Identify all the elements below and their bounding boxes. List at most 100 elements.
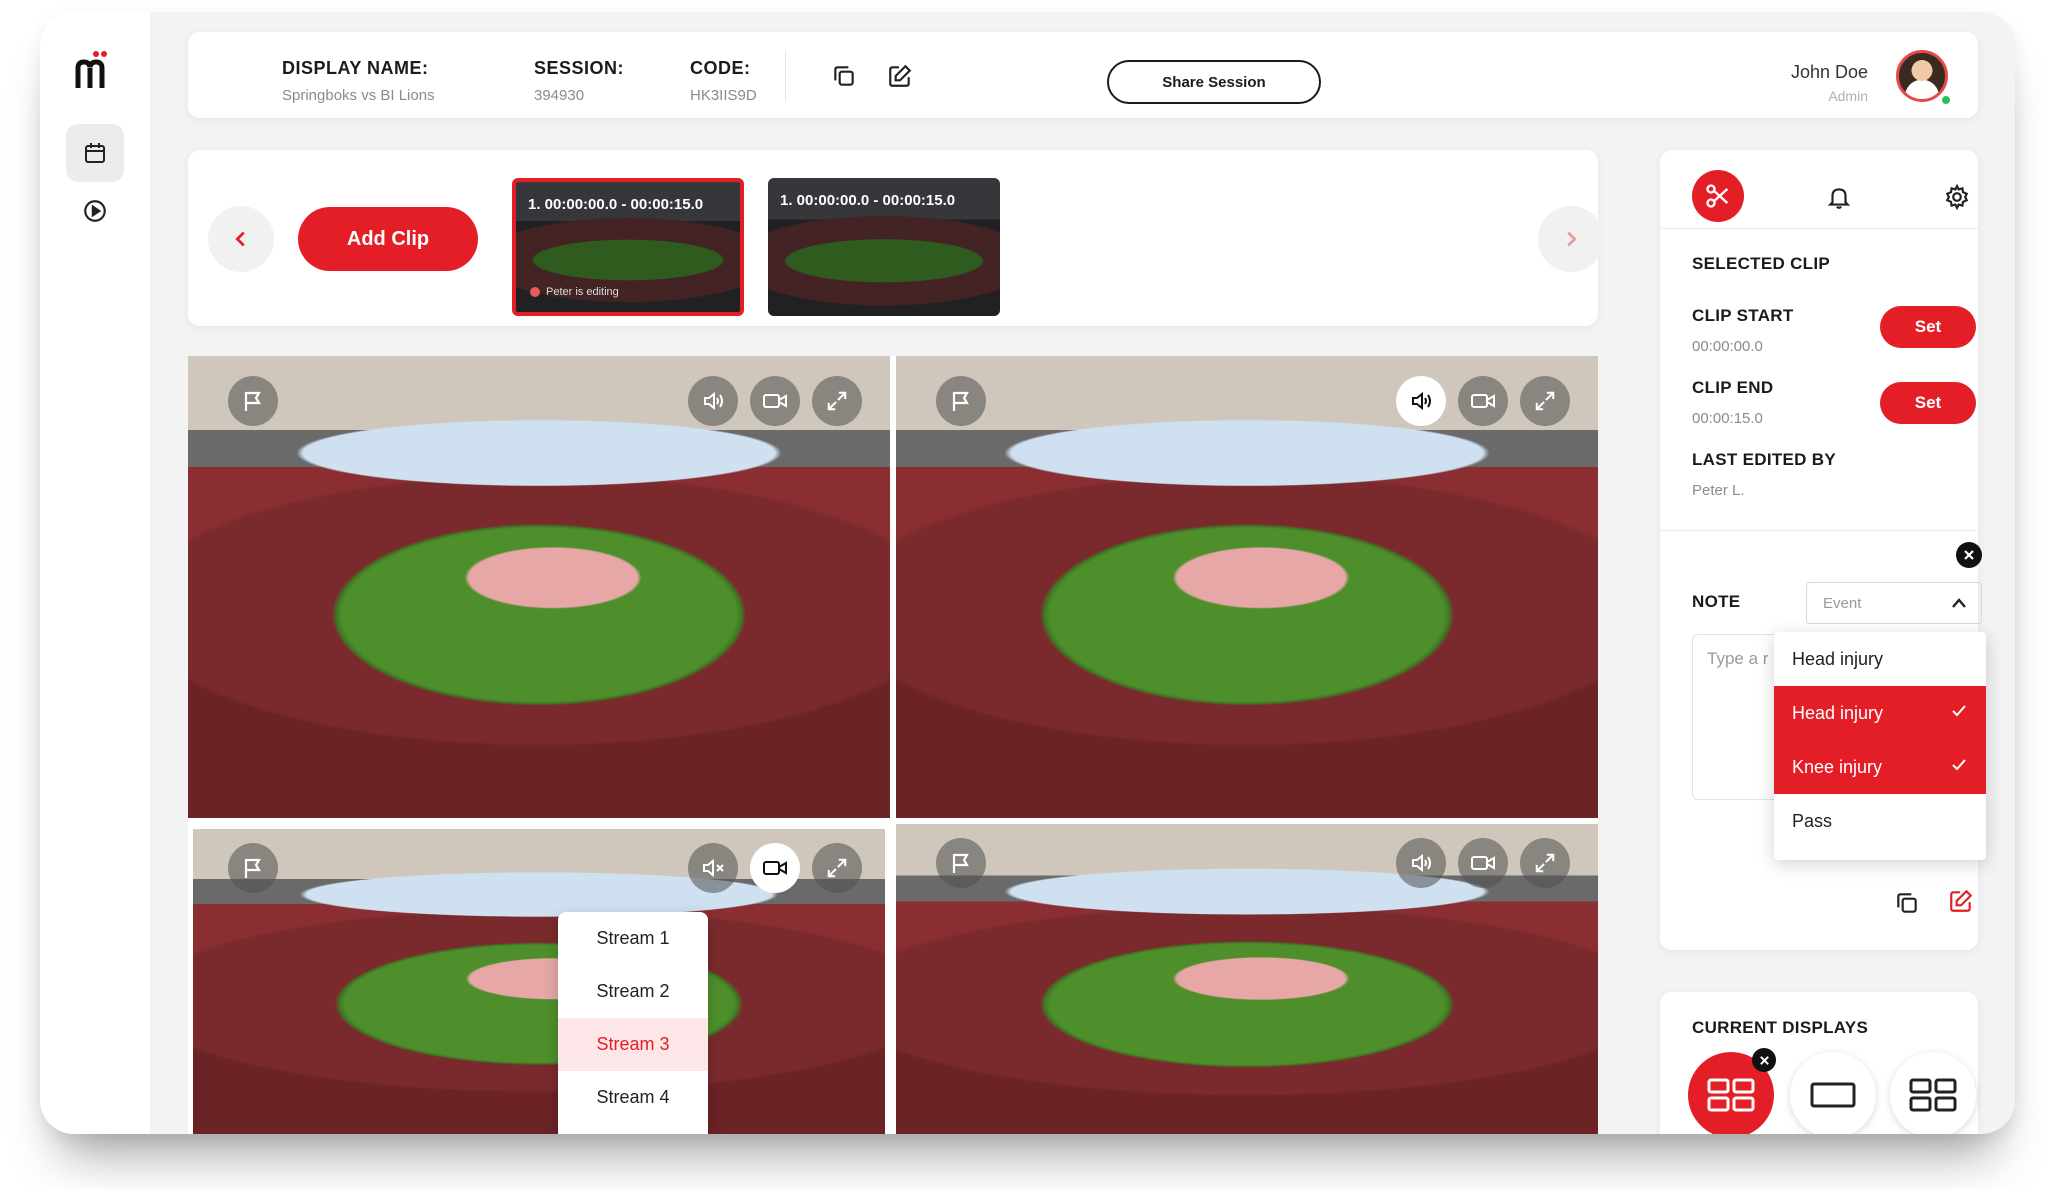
grid-layout-icon: [1909, 1078, 1957, 1112]
header-divider: [785, 50, 786, 102]
fullscreen-button[interactable]: [1520, 376, 1570, 426]
flag-button[interactable]: [228, 376, 278, 426]
add-clip-button[interactable]: Add Clip: [298, 207, 478, 271]
last-edited-value: Peter L.: [1692, 482, 1745, 499]
audio-button[interactable]: [1396, 838, 1446, 888]
expand-icon: [1535, 853, 1555, 873]
tab-notifications[interactable]: [1822, 180, 1856, 214]
clip-start-label: CLIP START: [1692, 306, 1794, 325]
flag-button[interactable]: [228, 843, 278, 893]
sidebar-item-play[interactable]: [66, 182, 124, 240]
video-tile-1[interactable]: [188, 356, 890, 818]
event-select[interactable]: Event: [1806, 582, 1982, 624]
editing-text: Peter is editing: [546, 286, 619, 298]
audio-button[interactable]: [1396, 376, 1446, 426]
edit-note-button[interactable]: [1944, 884, 1978, 918]
speaker-muted-icon: [703, 858, 724, 878]
event-dropdown: Head injury Head injury Knee injury Pass: [1774, 632, 1986, 860]
editing-indicator: Peter is editing: [530, 286, 619, 298]
sidebar-item-calendar[interactable]: [66, 124, 124, 182]
video-tile-3[interactable]: [188, 824, 890, 1134]
clip-thumbnail-1[interactable]: 1. 00:00:00.0 - 00:00:15.0 Peter is edit…: [512, 178, 744, 316]
flag-button[interactable]: [936, 376, 986, 426]
camera-button[interactable]: [1458, 838, 1508, 888]
event-option-label: Knee injury: [1792, 756, 1883, 777]
stream-option-2[interactable]: Stream 2: [558, 965, 708, 1018]
stream-option-4[interactable]: Stream 4: [558, 1071, 708, 1124]
set-clip-end-button[interactable]: Set: [1880, 382, 1976, 424]
selected-clip-heading: SELECTED CLIP: [1692, 254, 1831, 273]
clip-time: 1. 00:00:00.0 - 00:00:15.0: [528, 196, 704, 213]
event-option-selected[interactable]: Knee injury: [1774, 740, 1986, 794]
flag-button[interactable]: [936, 838, 986, 888]
last-edited-label: LAST EDITED BY: [1692, 450, 1836, 469]
clip-start-value: 00:00:00.0: [1692, 338, 1763, 355]
tab-settings[interactable]: [1940, 180, 1974, 214]
audio-button[interactable]: [688, 843, 738, 893]
current-displays-heading: CURRENT DISPLAYS: [1692, 1018, 1869, 1037]
audio-button[interactable]: [688, 376, 738, 426]
speaker-icon: [704, 391, 723, 411]
expand-icon: [827, 858, 847, 878]
sidebar: [40, 12, 150, 1134]
current-displays-panel: CURRENT DISPLAYS: [1660, 992, 1978, 1134]
code-value: HK3IIS9D: [690, 87, 757, 104]
app-window: DISPLAY NAME: Springboks vs BI Lions SES…: [40, 12, 2015, 1134]
video-tile-2[interactable]: [896, 356, 1598, 818]
session-header: DISPLAY NAME: Springboks vs BI Lions SES…: [188, 32, 1978, 118]
set-clip-start-button[interactable]: Set: [1880, 306, 1976, 348]
display-name-field: DISPLAY NAME: Springboks vs BI Lions: [282, 58, 435, 104]
clip-details-panel: SELECTED CLIP CLIP START 00:00:00.0 Set …: [1660, 150, 1986, 950]
stream-option-1[interactable]: Stream 1: [558, 912, 708, 965]
session-label: SESSION:: [534, 58, 625, 78]
clip-end-value: 00:00:15.0: [1692, 410, 1763, 427]
clips-next-button[interactable]: [1538, 206, 1604, 272]
event-option[interactable]: Pass: [1774, 794, 1986, 848]
flag-icon: [952, 853, 969, 873]
display-layout-single[interactable]: [1790, 1052, 1876, 1134]
session-value: 394930: [534, 87, 585, 104]
scissors-icon: [1706, 184, 1729, 208]
fullscreen-button[interactable]: [812, 376, 862, 426]
event-select-value: Event: [1823, 594, 1862, 612]
video-tile-4[interactable]: [896, 824, 1598, 1134]
video-camera-icon: [763, 861, 787, 875]
copy-note-button[interactable]: [1890, 886, 1924, 920]
note-label: NOTE: [1692, 592, 1741, 611]
event-option-selected[interactable]: Head injury: [1774, 686, 1986, 740]
panel-divider: [1660, 228, 1978, 229]
clip-thumbnail-2[interactable]: 1. 00:00:00.0 - 00:00:15.0: [768, 178, 1000, 316]
fullscreen-button[interactable]: [812, 843, 862, 893]
stream-option-3[interactable]: Stream 3: [558, 1018, 708, 1071]
code-label: CODE:: [690, 58, 751, 78]
copy-icon: [834, 66, 854, 86]
remove-display-button[interactable]: [1752, 1048, 1776, 1072]
clips-prev-button[interactable]: [208, 206, 274, 272]
expand-icon: [827, 391, 847, 411]
camera-button[interactable]: [750, 376, 800, 426]
clip-end-label: CLIP END: [1692, 378, 1774, 397]
avatar[interactable]: [1896, 50, 1948, 102]
camera-button[interactable]: [750, 843, 800, 893]
video-grid: [188, 356, 1598, 1134]
expand-icon: [1535, 391, 1555, 411]
fullscreen-button[interactable]: [1520, 838, 1570, 888]
video-camera-icon: [1471, 394, 1495, 408]
grid-layout-icon: [1707, 1078, 1755, 1112]
share-session-button[interactable]: Share Session: [1107, 60, 1321, 104]
edit-icon: [1950, 889, 1973, 912]
copy-icon: [1897, 893, 1917, 913]
stream-menu: Stream 1 Stream 2 Stream 3 Stream 4: [558, 912, 708, 1134]
display-layout-quad[interactable]: [1890, 1052, 1976, 1134]
clip-strip: Add Clip 1. 00:00:00.0 - 00:00:15.0 Pete…: [188, 150, 1604, 326]
edit-button[interactable]: [882, 58, 918, 94]
close-note-button[interactable]: [1956, 542, 1982, 568]
camera-button[interactable]: [1458, 376, 1508, 426]
copy-button[interactable]: [826, 58, 862, 94]
close-icon: [1964, 550, 1974, 560]
event-option[interactable]: Head injury: [1774, 632, 1986, 686]
display-name-label: DISPLAY NAME:: [282, 58, 429, 78]
single-screen-icon: [1810, 1082, 1856, 1108]
tab-clip[interactable]: [1692, 170, 1744, 222]
bell-icon: [1827, 188, 1851, 209]
